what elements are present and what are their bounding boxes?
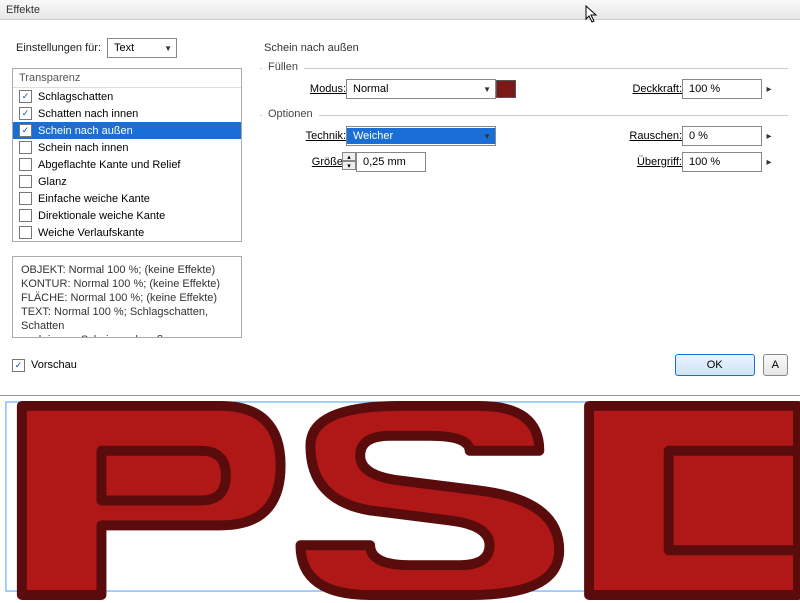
effect-item-label: Schein nach innen	[38, 142, 129, 154]
section-title: Schein nach außen	[264, 42, 359, 54]
effect-list-header: Transparenz	[13, 69, 241, 88]
effect-item-schein-innen[interactable]: Schein nach innen	[13, 139, 241, 156]
slider-icon[interactable]	[762, 153, 776, 171]
settings-for-label: Einstellungen für:	[16, 42, 101, 54]
size-input[interactable]: 0,25 mm	[356, 152, 426, 172]
opacity-label: Deckkraft:	[632, 83, 682, 95]
fieldset-fill-legend: Füllen	[262, 61, 304, 73]
checkbox-icon[interactable]	[19, 124, 32, 137]
spread-input[interactable]: 100 %	[682, 152, 762, 172]
checkbox-icon[interactable]	[19, 90, 32, 103]
color-swatch[interactable]	[496, 80, 516, 98]
summary-line: nach innen, Schein nach außen	[21, 333, 233, 338]
size-spinner[interactable]: ▴▾	[342, 152, 356, 172]
preview-label: Vorschau	[31, 359, 77, 371]
checkbox-icon[interactable]	[19, 175, 32, 188]
effect-item-schatten-innen[interactable]: Schatten nach innen	[13, 105, 241, 122]
effect-item-label: Einfache weiche Kante	[38, 193, 150, 205]
technique-value: Weicher	[347, 128, 495, 144]
effect-item-label: Weiche Verlaufskante	[38, 227, 144, 239]
checkbox-icon[interactable]	[19, 107, 32, 120]
technique-dropdown[interactable]: Weicher	[346, 126, 496, 146]
summary-box: OBJEKT: Normal 100 %; (keine Effekte) KO…	[12, 256, 242, 338]
effect-item-label: Abgeflachte Kante und Relief	[38, 159, 181, 171]
slider-icon[interactable]	[762, 80, 776, 98]
mode-dropdown[interactable]: Normal	[346, 79, 496, 99]
checkbox-icon[interactable]	[19, 226, 32, 239]
settings-for-dropdown[interactable]: Text	[107, 38, 177, 58]
effect-item-abgeflachte[interactable]: Abgeflachte Kante und Relief	[13, 156, 241, 173]
effect-item-label: Schlagschatten	[38, 91, 113, 103]
noise-input[interactable]: 0 %	[682, 126, 762, 146]
effect-item-label: Glanz	[38, 176, 67, 188]
effect-list: Transparenz Schlagschatten Schatten nach…	[12, 68, 242, 242]
checkbox-icon[interactable]	[19, 141, 32, 154]
document-canvas	[0, 395, 800, 600]
effect-item-verlaufskante[interactable]: Weiche Verlaufskante	[13, 224, 241, 241]
checkbox-icon[interactable]	[19, 209, 32, 222]
abort-button[interactable]: A	[763, 354, 788, 376]
fieldset-options: Optionen Technik: Weicher Rauschen: 0 % …	[260, 115, 788, 182]
effect-item-direktionale-kante[interactable]: Direktionale weiche Kante	[13, 207, 241, 224]
mode-label: Modus:	[266, 83, 346, 95]
summary-line: FLÄCHE: Normal 100 %; (keine Effekte)	[21, 291, 233, 305]
dialog-body: Einstellungen für: Text Schein nach auße…	[0, 20, 800, 390]
checkbox-icon[interactable]	[19, 158, 32, 171]
effect-item-schlagschatten[interactable]: Schlagschatten	[13, 88, 241, 105]
effect-item-label: Schatten nach innen	[38, 108, 138, 120]
effect-item-schein-aussen[interactable]: Schein nach außen	[13, 122, 241, 139]
slider-icon[interactable]	[762, 127, 776, 145]
size-label: Größe:	[266, 156, 346, 168]
effect-item-glanz[interactable]: Glanz	[13, 173, 241, 190]
preview-checkbox[interactable]	[12, 359, 25, 372]
effect-item-label: Schein nach außen	[38, 125, 133, 137]
fieldset-options-legend: Optionen	[262, 108, 319, 120]
summary-line: TEXT: Normal 100 %; Schlagschatten, Scha…	[21, 305, 233, 333]
titlebar: Effekte	[0, 0, 800, 20]
technique-label: Technik:	[266, 130, 346, 142]
mode-value: Normal	[353, 83, 388, 95]
checkbox-icon[interactable]	[19, 192, 32, 205]
opacity-input[interactable]: 100 %	[682, 79, 762, 99]
fieldset-fill: Füllen Modus: Normal Deckkraft: 100 %	[260, 68, 788, 109]
summary-line: KONTUR: Normal 100 %; (keine Effekte)	[21, 277, 233, 291]
settings-for-value: Text	[114, 42, 134, 54]
effect-item-einfache-kante[interactable]: Einfache weiche Kante	[13, 190, 241, 207]
effect-item-label: Direktionale weiche Kante	[38, 210, 165, 222]
spread-label: Übergriff:	[637, 156, 682, 168]
titlebar-text: Effekte	[6, 4, 40, 16]
ok-button[interactable]: OK	[675, 354, 755, 376]
noise-label: Rauschen:	[629, 130, 682, 142]
summary-line: OBJEKT: Normal 100 %; (keine Effekte)	[21, 263, 233, 277]
